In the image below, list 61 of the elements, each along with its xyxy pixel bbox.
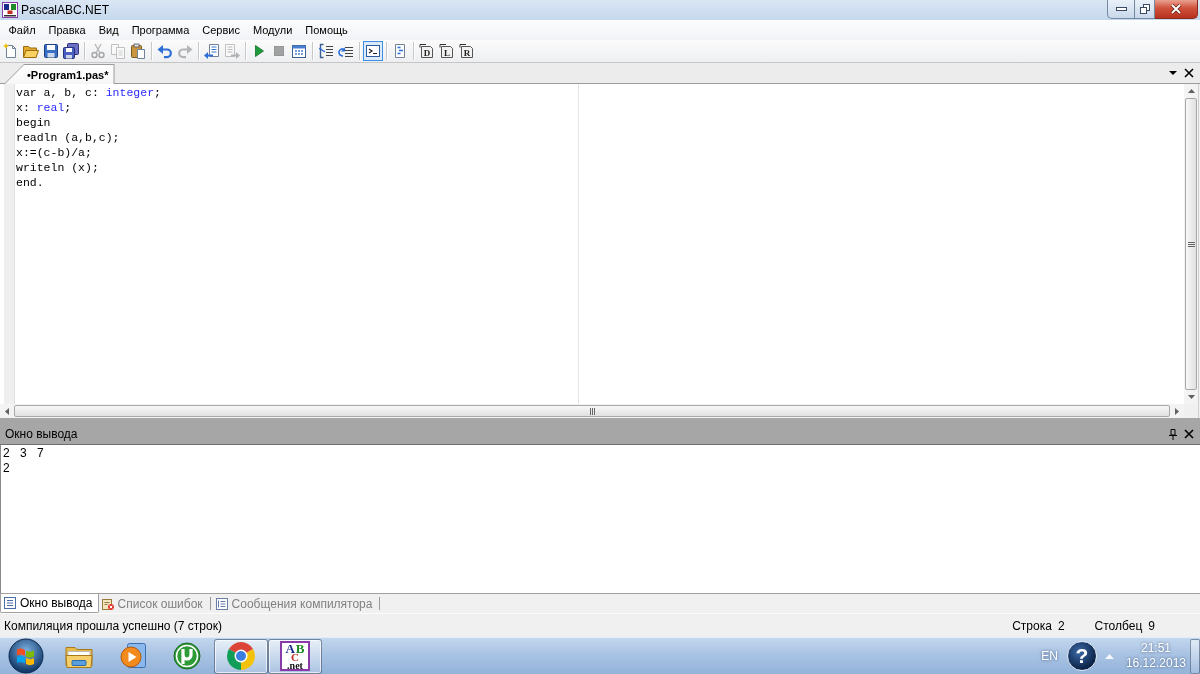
scroll-thumb[interactable] bbox=[1185, 98, 1197, 390]
minimize-icon bbox=[1115, 6, 1127, 12]
menu-item[interactable]: Вид bbox=[92, 21, 126, 39]
vertical-scrollbar[interactable] bbox=[1184, 84, 1198, 404]
scroll-thumb[interactable] bbox=[14, 405, 1170, 417]
mu-circle-icon bbox=[173, 642, 201, 670]
down-arrow-icon[interactable] bbox=[1187, 395, 1195, 399]
clipboard-error-icon bbox=[101, 597, 114, 610]
code-line: var a, b, c: integer; bbox=[16, 85, 162, 100]
start-orb-icon[interactable] bbox=[8, 638, 44, 674]
toolbar-button[interactable]: L bbox=[437, 41, 457, 61]
menu-item[interactable]: Модули bbox=[246, 21, 299, 39]
grip-icon bbox=[1187, 241, 1195, 247]
file-tab[interactable]: •Program1.pas* bbox=[4, 64, 115, 84]
toolbar-button[interactable]: D bbox=[417, 41, 437, 61]
column-number: 9 bbox=[1148, 618, 1155, 633]
panel-tab[interactable]: Окно вывода bbox=[0, 594, 99, 613]
window-title: PascalABC.NET bbox=[21, 3, 110, 17]
column-label: Столбец bbox=[1094, 618, 1143, 633]
minimize-button[interactable] bbox=[1107, 0, 1135, 19]
code-line: writeln (x); bbox=[16, 160, 100, 175]
panel-tab[interactable]: Сообщения компилятора bbox=[212, 594, 378, 613]
grip-icon bbox=[589, 407, 595, 415]
help-icon[interactable]: ? bbox=[1066, 641, 1097, 671]
list-window-icon bbox=[4, 597, 16, 609]
close-button[interactable] bbox=[1155, 0, 1198, 19]
restore-icon bbox=[1139, 4, 1150, 14]
right-arrow-icon[interactable] bbox=[1175, 407, 1179, 415]
status-message: Компиляция прошла успешно (7 строк) bbox=[4, 618, 223, 633]
output-line: 2 bbox=[3, 461, 11, 476]
close-icon[interactable] bbox=[1184, 429, 1194, 439]
menu-item[interactable]: Файл bbox=[2, 21, 43, 39]
taskbar-button[interactable] bbox=[214, 638, 268, 674]
menu-item[interactable]: Помощь bbox=[298, 21, 355, 39]
menu-item[interactable]: Сервис bbox=[195, 21, 247, 39]
play-tile-icon bbox=[119, 642, 147, 670]
panel-tab[interactable]: Список ошибок bbox=[98, 594, 208, 613]
code-line: begin bbox=[16, 115, 52, 130]
close-icon[interactable] bbox=[1184, 68, 1194, 78]
list-window-icon bbox=[215, 597, 228, 610]
line-number: 2 bbox=[1057, 618, 1065, 633]
code-line: end. bbox=[16, 175, 45, 190]
toolbar-button[interactable]: R bbox=[457, 41, 477, 61]
panel-title: Окно вывода bbox=[5, 427, 79, 441]
caret-down-icon[interactable] bbox=[1169, 71, 1177, 75]
menu-item[interactable]: Правка bbox=[42, 21, 93, 39]
up-arrow-icon[interactable] bbox=[1187, 89, 1195, 93]
output-line: 2 3 7 bbox=[3, 446, 45, 461]
show-desktop-button[interactable] bbox=[1190, 638, 1200, 674]
close-icon bbox=[1170, 4, 1182, 14]
restore-button[interactable] bbox=[1135, 0, 1155, 19]
horizontal-scrollbar[interactable] bbox=[0, 404, 1184, 418]
line-label: Строка bbox=[1012, 618, 1052, 633]
code-line: x:=(c-b)/a; bbox=[16, 145, 93, 160]
pin-icon[interactable] bbox=[1169, 428, 1177, 440]
segmented-circle-icon bbox=[226, 641, 256, 671]
app-icon bbox=[2, 2, 18, 18]
code-line: readln (a,b,c); bbox=[16, 130, 121, 145]
code-line: x: real; bbox=[16, 100, 73, 115]
menu-item[interactable]: Программа bbox=[125, 21, 196, 39]
left-arrow-icon[interactable] bbox=[5, 407, 9, 415]
